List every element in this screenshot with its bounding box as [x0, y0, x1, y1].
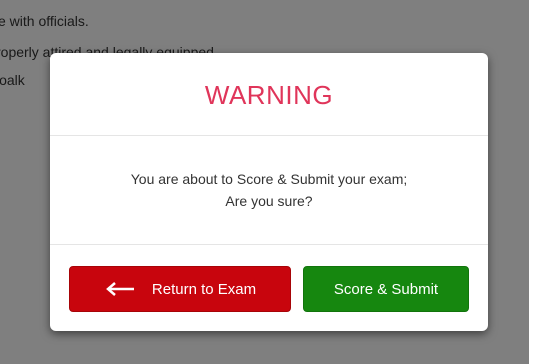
- dialog-title: WARNING: [204, 79, 334, 110]
- dialog-header: WARNING: [50, 53, 488, 136]
- warning-dialog: WARNING You are about to Score & Submit …: [50, 53, 488, 331]
- score-and-submit-label: Score & Submit: [333, 280, 439, 298]
- dialog-message-line: Are you sure?: [225, 193, 313, 209]
- arrow-left-icon: [104, 281, 140, 297]
- return-to-exam-button[interactable]: Return to Exam: [69, 266, 291, 312]
- dialog-footer: Return to Exam Score & Submit: [50, 245, 488, 331]
- score-and-submit-button[interactable]: Score & Submit: [303, 266, 469, 312]
- return-to-exam-label: Return to Exam: [151, 280, 257, 298]
- dialog-body: You are about to Score & Submit your exa…: [50, 136, 488, 245]
- page-edge: [529, 0, 535, 364]
- dialog-message-line: You are about to Score & Submit your exa…: [130, 171, 408, 187]
